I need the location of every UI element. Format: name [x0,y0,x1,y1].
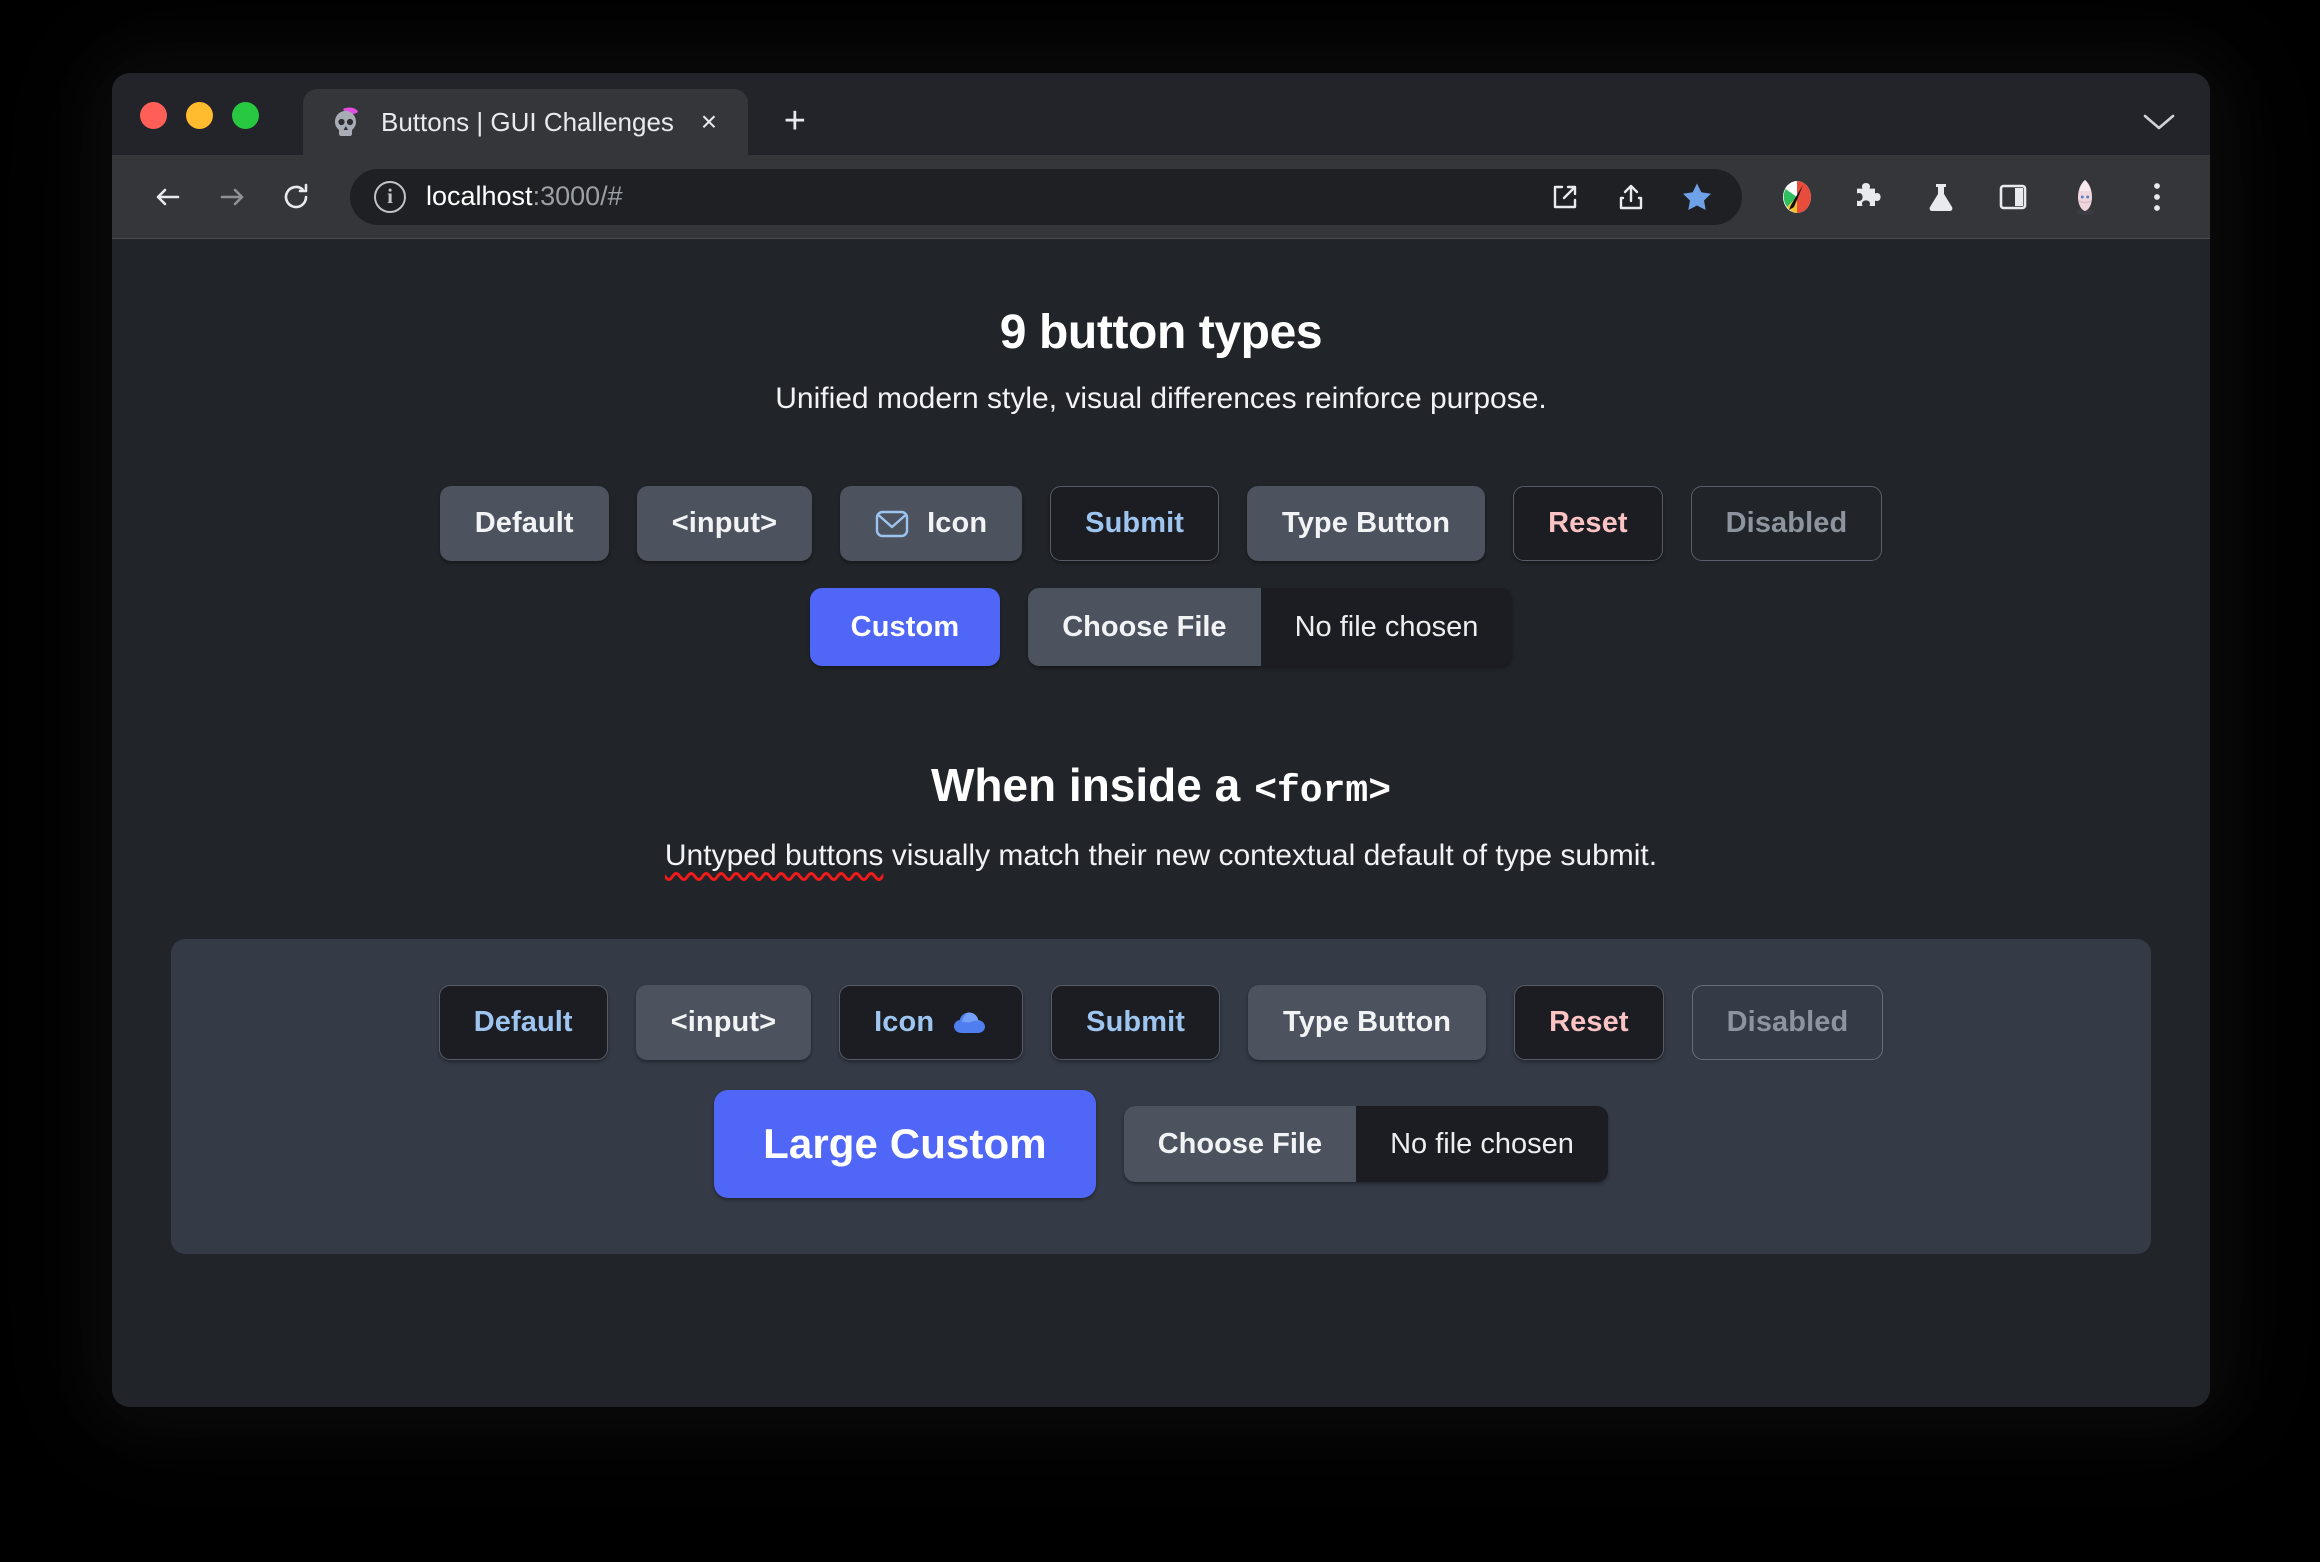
form-submit-button[interactable]: Submit [1051,985,1221,1060]
chevron-down-icon[interactable] [2142,111,2176,133]
page-subtitle: Unified modern style, visual differences… [775,382,1547,415]
side-panel-icon[interactable] [1988,172,2038,222]
form-section-header: When inside a <form> Untyped buttons vis… [665,758,1657,873]
submit-button[interactable]: Submit [1050,486,1220,561]
tab-title: Buttons | GUI Challenges [381,106,674,137]
close-tab-button[interactable]: × [692,105,726,139]
browser-tab[interactable]: Buttons | GUI Challenges × [303,89,748,155]
color-picker-icon[interactable] [1772,172,1822,222]
profile-avatar-icon[interactable] [2060,172,2110,222]
address-bar[interactable]: i localhost:3000/# [350,168,1742,225]
window-traffic-lights [140,102,259,155]
form-type-button[interactable]: Type Button [1248,985,1487,1060]
choose-file-button[interactable]: Choose File [1028,588,1261,666]
form-icon-button[interactable]: Icon [839,985,1024,1060]
reload-button[interactable] [268,169,324,225]
type-button-label: Type Button [1282,507,1451,539]
input-button[interactable]: <input> [636,486,813,561]
default-button[interactable]: Default [439,486,609,561]
tab-strip: Buttons | GUI Challenges × + [112,73,2210,155]
form-disabled-button: Disabled [1691,985,1884,1060]
form-default-button-label: Default [473,1006,573,1038]
default-button-label: Default [474,507,574,539]
back-button[interactable] [140,169,196,225]
input-button-label: <input> [671,507,778,539]
open-in-new-icon[interactable] [1540,172,1590,222]
forward-button[interactable] [204,169,260,225]
address-bar-url: localhost:3000/# [426,181,623,212]
disabled-button-label: Disabled [1725,507,1848,539]
form-icon-button-label: Icon [874,1006,935,1038]
submit-button-label: Submit [1085,507,1185,539]
browser-toolbar: i localhost:3000/# [112,155,2210,239]
form-file-status-label: No file chosen [1390,1127,1574,1160]
form-container: Default <input> Icon Submit Type Button … [171,939,2151,1254]
page-title: 9 button types [999,306,1323,359]
form-section-subtitle-rest: visually match their new contextual defa… [883,839,1658,872]
maximize-window-button[interactable] [232,102,259,129]
form-input-button-label: <input> [670,1006,777,1038]
omnibox-actions [1540,169,1742,225]
large-custom-button[interactable]: Large Custom [714,1090,1096,1198]
share-icon[interactable] [1606,172,1656,222]
form-disabled-button-label: Disabled [1726,1006,1849,1038]
form-reset-button-label: Reset [1549,1006,1629,1038]
screen: Buttons | GUI Challenges × + i localhost… [0,0,2320,1562]
custom-button-label: Custom [850,610,960,643]
form-section-title-text: When inside a [930,759,1241,811]
form-button-row-primary: Default <input> Icon Submit Type Button … [438,985,1884,1060]
disabled-button: Disabled [1690,486,1883,561]
reset-button-label: Reset [1548,507,1628,539]
icon-button-label: Icon [927,507,988,539]
page-content: 9 button types Unified modern style, vis… [112,239,2210,1407]
bookmark-star-icon[interactable] [1672,172,1722,222]
site-info-icon[interactable]: i [374,180,406,213]
form-reset-button[interactable]: Reset [1514,985,1664,1060]
minimize-window-button[interactable] [186,102,213,129]
file-status-label: No file chosen [1294,610,1479,643]
form-input-button[interactable]: <input> [635,985,812,1060]
form-button-row-secondary: Large Custom Choose File No file chosen [714,1090,1608,1198]
envelope-icon [875,509,909,539]
tabstrip-right-controls [2142,111,2210,155]
form-submit-button-label: Submit [1086,1006,1186,1038]
form-section-subtitle: Untyped buttons visually match their new… [665,839,1657,873]
button-row-primary: Default <input> Icon Submit Type Button [439,486,1883,561]
kebab-menu-icon[interactable] [2132,172,2182,222]
form-section-title: When inside a <form> [931,758,1391,813]
form-type-button-label: Type Button [1283,1006,1452,1038]
button-row-secondary: Custom Choose File No file chosen [809,588,1513,666]
form-default-button[interactable]: Default [438,985,608,1060]
form-choose-file-button[interactable]: Choose File [1123,1106,1357,1182]
extension-icons [1764,172,2182,222]
browser-window: Buttons | GUI Challenges × + i localhost… [112,73,2210,1407]
type-button[interactable]: Type Button [1247,486,1486,561]
form-file-input[interactable]: Choose File No file chosen [1123,1106,1608,1182]
url-path: :3000/# [532,181,623,211]
custom-button[interactable]: Custom [809,588,1001,666]
large-custom-button-label: Large Custom [763,1120,1047,1167]
cloud-icon [952,1010,988,1036]
skull-favicon [329,105,363,139]
url-host: localhost [426,181,533,211]
reset-button[interactable]: Reset [1513,486,1663,561]
spellchecked-phrase: Untyped buttons [664,839,884,872]
form-tag-literal: <form> [1254,770,1392,813]
file-input[interactable]: Choose File No file chosen [1028,588,1513,666]
puzzle-extensions-icon[interactable] [1844,172,1894,222]
close-window-button[interactable] [140,102,167,129]
flask-labs-icon[interactable] [1916,172,1966,222]
new-tab-button[interactable]: + [766,92,824,150]
icon-button[interactable]: Icon [840,486,1023,561]
